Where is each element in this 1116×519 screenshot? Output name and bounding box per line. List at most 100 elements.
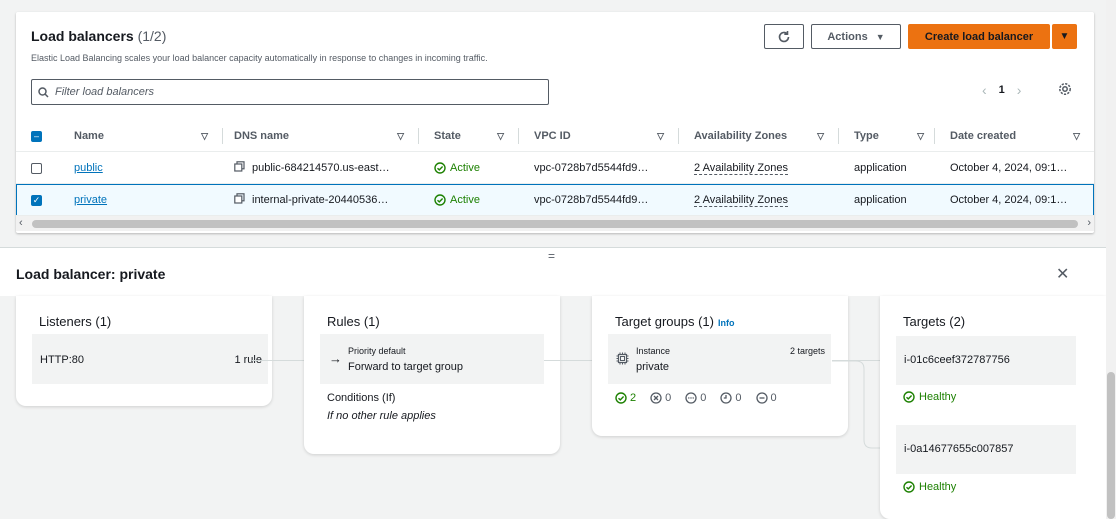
target-groups-card: Target groups (1) Info Instance private 2…	[592, 296, 848, 436]
settings-gear-icon[interactable]	[1058, 82, 1072, 99]
date-created: October 4, 2024, 09:1…	[950, 194, 1068, 206]
column-divider	[678, 128, 679, 144]
scroll-right-icon[interactable]: ›	[1087, 217, 1091, 229]
count-value: 0	[735, 392, 742, 404]
pending-count: 0	[720, 392, 742, 404]
sort-icon: ▽	[397, 130, 404, 141]
listener-protocol: HTTP:80	[40, 354, 85, 366]
target-group-name: private	[636, 361, 670, 373]
vpc-id: vpc-0728b7d5544fd9…	[534, 162, 649, 174]
column-label: State	[434, 130, 461, 142]
row-checkbox[interactable]	[31, 162, 42, 174]
next-page-icon[interactable]: ›	[1017, 82, 1022, 98]
healthy-count: 2	[615, 392, 636, 404]
vertical-scrollbar[interactable]	[1106, 0, 1116, 519]
target-health-summary: 2 0 0 0 0	[615, 392, 777, 404]
rules-card: Rules (1) → Priority default Forward to …	[304, 296, 560, 454]
target-instance-id: i-0a14677655c007857	[904, 443, 1014, 455]
page-description: Elastic Load Balancing scales your load …	[31, 53, 488, 63]
scroll-left-icon[interactable]: ‹	[19, 217, 23, 229]
count-value: 2	[630, 392, 637, 404]
listener-item[interactable]: HTTP:80 1 rule	[32, 334, 268, 384]
load-balancers-panel: Load balancers (1/2) Elastic Load Balanc…	[0, 0, 1106, 247]
target-groups-title-text: Target groups (1)	[615, 314, 714, 329]
scrollbar-thumb[interactable]	[32, 220, 1078, 228]
search-icon	[38, 86, 49, 98]
create-dropdown-button[interactable]: ▼	[1052, 24, 1077, 49]
copy-icon[interactable]	[234, 161, 245, 175]
drag-handle-icon[interactable]: =	[548, 249, 555, 263]
column-label: VPC ID	[534, 130, 571, 142]
refresh-button[interactable]	[764, 24, 804, 49]
conditions-value: If no other rule applies	[327, 410, 436, 422]
info-link[interactable]: Info	[718, 318, 735, 328]
target-group-item[interactable]: Instance private 2 targets	[608, 334, 831, 384]
create-load-balancer-button[interactable]: Create load balancer	[908, 24, 1050, 49]
column-header-name[interactable]: Name ▽	[74, 120, 214, 152]
conditions-label: Conditions (If)	[327, 392, 396, 404]
check-circle-icon	[903, 481, 915, 493]
column-header-date[interactable]: Date created ▽	[950, 120, 1086, 152]
rules-title: Rules (1)	[327, 314, 380, 329]
target-count: 2 targets	[789, 346, 825, 356]
check-circle-icon	[434, 194, 446, 206]
pagination: ‹ 1 ›	[982, 82, 1021, 98]
load-balancer-name-link[interactable]: private	[74, 194, 107, 206]
copy-icon[interactable]	[234, 193, 245, 207]
clock-icon	[720, 392, 733, 404]
search-input[interactable]	[55, 86, 535, 98]
target-instance-id: i-01c6ceef372787756	[904, 354, 1010, 366]
unhealthy-count: 0	[650, 392, 671, 404]
column-divider	[418, 128, 419, 144]
column-label: Availability Zones	[694, 130, 788, 142]
resource-map-canvas: Listeners (1) HTTP:80 1 rule Rules (1) →…	[0, 296, 1106, 519]
lb-type: application	[854, 162, 907, 174]
column-divider	[934, 128, 935, 144]
sort-icon: ▽	[1073, 130, 1080, 141]
previous-page-icon[interactable]: ‹	[982, 82, 987, 98]
column-header-vpc[interactable]: VPC ID ▽	[534, 120, 670, 152]
column-header-dns[interactable]: DNS name ▽	[234, 120, 410, 152]
status-text: Active	[450, 194, 480, 206]
horizontal-scrollbar[interactable]: ‹ ›	[16, 215, 1094, 231]
row-checkbox[interactable]: ✓	[31, 194, 42, 206]
sort-icon: ▽	[657, 130, 664, 141]
target-item[interactable]: i-01c6ceef372787756	[896, 336, 1076, 385]
close-icon[interactable]: ✕	[1056, 264, 1069, 284]
column-label: Name	[74, 130, 104, 142]
table-row[interactable]: public public-684214570.us-east… Active …	[16, 152, 1094, 184]
column-header-state[interactable]: State ▽	[434, 120, 510, 152]
chip-icon	[616, 352, 629, 365]
draining-count: 0	[755, 392, 777, 404]
target-item[interactable]: i-0a14677655c007857	[896, 425, 1076, 474]
health-text: Healthy	[919, 391, 957, 403]
check-circle-icon	[615, 392, 627, 404]
table-row-selected[interactable]: ✓ private internal-private-20440536… Act…	[16, 184, 1094, 216]
vpc-id: vpc-0728b7d5544fd9…	[534, 194, 649, 206]
page-title: Load balancers (1/2)	[31, 28, 166, 44]
title-text: Load balancers	[31, 28, 134, 44]
column-divider	[838, 128, 839, 144]
check-circle-icon	[434, 162, 446, 174]
target-health-status: Healthy	[903, 391, 956, 403]
actions-button[interactable]: Actions ▼	[811, 24, 901, 49]
load-balancer-name-link[interactable]: public	[74, 162, 103, 174]
filter-field[interactable]	[31, 79, 549, 105]
listeners-card: Listeners (1) HTTP:80 1 rule	[16, 296, 272, 406]
rule-item[interactable]: → Priority default Forward to target gro…	[320, 334, 544, 384]
availability-zones[interactable]: 2 Availability Zones	[694, 162, 788, 175]
scrollbar-thumb[interactable]	[1107, 372, 1115, 519]
column-header-zones[interactable]: Availability Zones ▽	[694, 120, 830, 152]
column-header-type[interactable]: Type ▽	[854, 120, 930, 152]
current-page[interactable]: 1	[999, 84, 1005, 96]
select-all-checkbox[interactable]: –	[31, 130, 42, 142]
refresh-icon	[778, 30, 790, 42]
listeners-title: Listeners (1)	[39, 314, 112, 329]
health-text: Healthy	[919, 481, 957, 493]
availability-zones[interactable]: 2 Availability Zones	[694, 194, 788, 207]
target-health-status: Healthy	[903, 481, 956, 493]
dots-circle-icon	[685, 392, 697, 404]
dns-name: internal-private-20440536…	[252, 194, 389, 206]
arrow-right-icon: →	[329, 351, 342, 366]
target-group-type: Instance	[636, 346, 671, 356]
